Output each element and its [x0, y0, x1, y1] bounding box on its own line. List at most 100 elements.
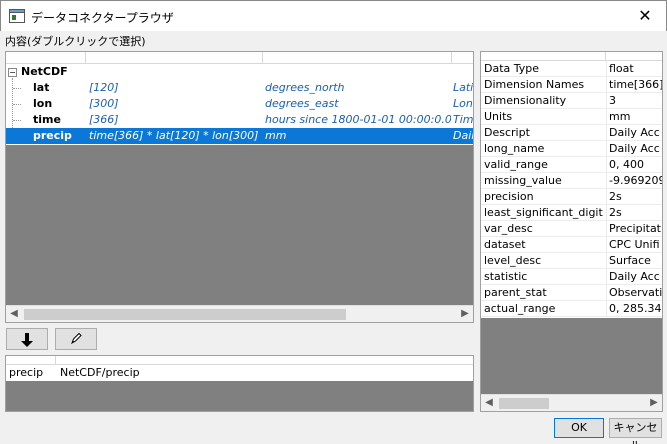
variable-tree-grid[interactable]: − NetCDF lat [120] degrees_north Latit l…: [5, 51, 474, 323]
property-value: 0, 400: [609, 158, 644, 171]
property-key: statistic: [484, 270, 528, 283]
column-divider: [606, 77, 607, 93]
property-value: 2s: [609, 190, 622, 203]
property-row[interactable]: precision 2s: [481, 189, 662, 205]
variable-desc: Daily: [453, 129, 473, 142]
column-divider: [606, 93, 607, 109]
property-key: valid_range: [484, 158, 548, 171]
column-divider: [606, 253, 607, 269]
scroll-right-icon[interactable]: ▶: [457, 306, 473, 322]
property-key: Data Type: [484, 62, 540, 75]
property-key: Dimensionality: [484, 94, 567, 107]
property-key: least_significant_digit: [484, 206, 603, 219]
scroll-right-icon[interactable]: ▶: [646, 395, 662, 411]
grid-header: [6, 52, 473, 64]
variable-name: time: [33, 113, 61, 126]
tree-row[interactable]: time [366] hours since 1800-01-01 00:00:…: [6, 112, 473, 128]
property-key: Units: [484, 110, 513, 123]
grid-body: − NetCDF lat [120] degrees_north Latit l…: [6, 64, 473, 145]
edit-button[interactable]: [55, 328, 97, 350]
property-key: level_desc: [484, 254, 542, 267]
variable-dims: [300]: [89, 97, 119, 110]
column-divider: [606, 157, 607, 173]
property-key: actual_range: [484, 302, 556, 315]
collapse-toggle-icon[interactable]: −: [8, 68, 17, 77]
property-value: mm: [609, 110, 631, 123]
variable-dims: [366]: [89, 113, 119, 126]
column-divider: [606, 125, 607, 141]
property-value: CPC Unifi: [609, 238, 660, 251]
column-divider: [606, 109, 607, 125]
property-value: time[366]: [609, 78, 662, 91]
dest-header-col: [6, 356, 56, 365]
property-row[interactable]: parent_stat Observatio: [481, 285, 662, 301]
column-divider: [606, 61, 607, 77]
properties-panel[interactable]: Data Type float Dimension Names time[366] Di…: [480, 51, 663, 412]
scroll-thumb[interactable]: [24, 309, 346, 320]
column-divider: [606, 237, 607, 253]
variable-dims: time[366] * lat[120] * lon[300]: [89, 129, 259, 142]
property-key: dataset: [484, 238, 526, 251]
dest-variable-path: NetCDF/precip: [60, 366, 140, 379]
content-label: 内容(ダブルクリックで選択): [5, 35, 146, 48]
variable-units: degrees_north: [265, 81, 345, 94]
property-key: Descript: [484, 126, 530, 139]
column-divider: [606, 141, 607, 157]
property-row[interactable]: actual_range 0, 285.345: [481, 301, 662, 317]
property-row[interactable]: Dimensionality 3: [481, 93, 662, 109]
column-divider: [606, 285, 607, 301]
scroll-left-icon[interactable]: ◀: [481, 395, 497, 411]
property-value: 0, 285.345: [609, 302, 662, 315]
property-row[interactable]: var_desc Precipitat: [481, 221, 662, 237]
column-divider: [606, 173, 607, 189]
column-divider: [606, 205, 607, 221]
property-row[interactable]: level_desc Surface: [481, 253, 662, 269]
property-value: Daily Acc: [609, 126, 660, 139]
property-value: Observatio: [609, 286, 662, 299]
pencil-icon: [69, 332, 83, 350]
property-row[interactable]: Units mm: [481, 109, 662, 125]
tree-horizontal-scrollbar[interactable]: ◀ ▶: [6, 305, 473, 322]
variable-units: hours since 1800-01-01 00:00:0.0: [265, 113, 451, 126]
property-row[interactable]: Data Type float: [481, 61, 662, 77]
add-to-destination-button[interactable]: [6, 328, 48, 350]
variable-name: precip: [33, 129, 72, 142]
variable-desc: Latit: [453, 81, 473, 94]
property-row[interactable]: Dimension Names time[366]: [481, 77, 662, 93]
props-horizontal-scrollbar[interactable]: ◀ ▶: [481, 394, 662, 411]
ok-button[interactable]: OK: [554, 418, 604, 438]
property-key: parent_stat: [484, 286, 547, 299]
property-row[interactable]: Descript Daily Acc: [481, 125, 662, 141]
column-divider: [606, 221, 607, 237]
grid-header-col: [86, 52, 263, 64]
column-divider: [606, 301, 607, 317]
property-value: float: [609, 62, 634, 75]
scroll-left-icon[interactable]: ◀: [6, 306, 22, 322]
scroll-thumb[interactable]: [499, 398, 549, 409]
property-value: -9.969209: [609, 174, 662, 187]
property-row[interactable]: valid_range 0, 400: [481, 157, 662, 173]
dest-header: [6, 356, 473, 365]
property-value: Surface: [609, 254, 651, 267]
property-value: 3: [609, 94, 616, 107]
column-divider: [606, 269, 607, 285]
property-key: precision: [484, 190, 534, 203]
property-row[interactable]: statistic Daily Acc: [481, 269, 662, 285]
property-row[interactable]: missing_value -9.969209: [481, 173, 662, 189]
property-row[interactable]: long_name Daily Acc: [481, 141, 662, 157]
tree-row-selected[interactable]: precip time[366] * lat[120] * lon[300] m…: [6, 128, 473, 144]
tree-row[interactable]: lat [120] degrees_north Latit: [6, 80, 473, 96]
property-key: missing_value: [484, 174, 562, 187]
tree-root-row[interactable]: − NetCDF: [6, 64, 473, 80]
variable-units: degrees_east: [265, 97, 339, 110]
down-arrow-icon: [20, 333, 34, 352]
tree-row[interactable]: lon [300] degrees_east Longi: [6, 96, 473, 112]
grid-header-col: [6, 52, 86, 64]
dest-row[interactable]: precip NetCDF/precip: [6, 365, 473, 381]
destination-list[interactable]: precip NetCDF/precip: [5, 355, 474, 412]
property-row[interactable]: least_significant_digit 2s: [481, 205, 662, 221]
window-title: データコネクタープラウザ: [31, 11, 174, 25]
close-button[interactable]: ✕: [634, 6, 656, 26]
cancel-button[interactable]: キャンセル: [609, 418, 662, 444]
property-row[interactable]: dataset CPC Unifi: [481, 237, 662, 253]
